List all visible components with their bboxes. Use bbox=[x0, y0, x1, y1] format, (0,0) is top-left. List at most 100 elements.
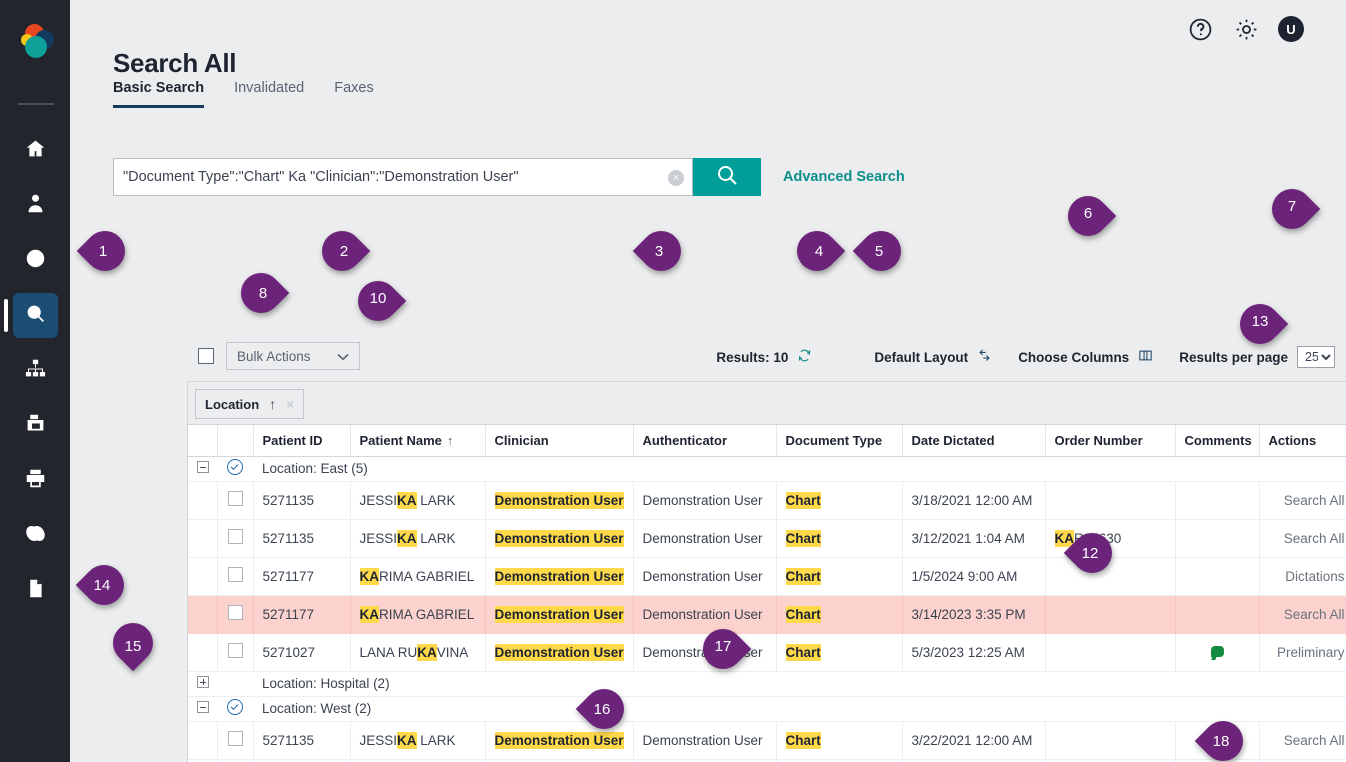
row-spacer-cell bbox=[188, 519, 217, 557]
sidebar-item-clinician[interactable] bbox=[13, 183, 58, 228]
callout-marker-16: 16 bbox=[584, 689, 624, 729]
row-checkbox[interactable] bbox=[228, 731, 243, 746]
results-per-page-label: Results per page bbox=[1179, 350, 1288, 365]
table-row[interactable]: 5271177KARIMA GABRIELDemonstration UserD… bbox=[188, 557, 1346, 595]
row-checkbox[interactable] bbox=[228, 567, 243, 582]
text-fragment: VINA bbox=[437, 645, 469, 660]
column-header-order_number[interactable]: Order Number bbox=[1045, 425, 1175, 456]
cell-authenticator: Demonstration User bbox=[633, 721, 776, 759]
cell-authenticator: Demonstration User bbox=[633, 557, 776, 595]
action-link[interactable]: Search All bbox=[1284, 531, 1345, 546]
sidebar-item-documents[interactable] bbox=[13, 568, 58, 613]
search-term-highlight: Chart bbox=[786, 644, 821, 661]
row-spacer-cell bbox=[188, 481, 217, 519]
search-submit-button[interactable] bbox=[693, 158, 761, 196]
table-row[interactable]: 5271135JESSIKA LARKDemonstration UserDem… bbox=[188, 481, 1346, 519]
cell-date-dictated: 3/18/2021 12:00 AM bbox=[902, 481, 1045, 519]
sidebar-item-search[interactable] bbox=[13, 293, 58, 338]
sidebar-item-home[interactable] bbox=[13, 128, 58, 173]
column-header-comments[interactable]: Comments bbox=[1175, 425, 1259, 456]
search-icon bbox=[25, 303, 46, 329]
text-fragment: JESSI bbox=[360, 531, 398, 546]
action-link[interactable]: Search All bbox=[1284, 733, 1345, 748]
callout-marker-17: 17 bbox=[703, 629, 743, 669]
row-checkbox[interactable] bbox=[228, 529, 243, 544]
table-row[interactable]: 5271135JESSIKA LARKDemonstration UserDem… bbox=[188, 519, 1346, 557]
select-all-checkbox[interactable] bbox=[198, 348, 214, 364]
group-header-row[interactable]: Location: West (2) bbox=[188, 696, 1346, 721]
callout-number: 2 bbox=[324, 231, 364, 271]
sidebar-item-print[interactable] bbox=[13, 458, 58, 503]
sidebar-item-fax[interactable] bbox=[13, 403, 58, 448]
columns-icon[interactable] bbox=[1138, 348, 1153, 366]
column-header-actions[interactable]: Actions bbox=[1259, 425, 1346, 456]
column-header-label: Clinician bbox=[495, 433, 549, 448]
group-header-row[interactable]: Location: East (5) bbox=[188, 456, 1346, 481]
default-layout-label[interactable]: Default Layout bbox=[874, 350, 968, 365]
collapse-group-icon[interactable] bbox=[197, 461, 209, 473]
help-circle-icon[interactable] bbox=[1186, 15, 1214, 43]
group-chip-location[interactable]: Location ↑ × bbox=[195, 389, 304, 419]
search-input[interactable] bbox=[114, 159, 634, 195]
group-selected-check-icon[interactable] bbox=[227, 459, 243, 475]
comment-bubble-green[interactable] bbox=[1211, 646, 1224, 657]
callout-marker-4: 4 bbox=[797, 231, 837, 271]
bulk-actions-dropdown[interactable]: Bulk Actions bbox=[226, 342, 360, 370]
group-selected-check-icon[interactable] bbox=[227, 699, 243, 715]
cell-actions: Search All| bbox=[1259, 481, 1346, 519]
row-spacer-cell bbox=[188, 595, 217, 633]
sidebar-item-links[interactable] bbox=[13, 513, 58, 558]
callout-number: 16 bbox=[582, 689, 622, 729]
callout-marker-2: 2 bbox=[322, 231, 362, 271]
column-header-date_dictated[interactable]: Date Dictated bbox=[902, 425, 1045, 456]
search-term-highlight: Demonstration User bbox=[495, 732, 624, 749]
action-link[interactable]: Search All bbox=[1284, 493, 1345, 508]
tab-basic-search[interactable]: Basic Search bbox=[113, 80, 204, 108]
row-checkbox[interactable] bbox=[228, 491, 243, 506]
search-term-highlight: Demonstration User bbox=[495, 492, 624, 509]
sort-ascending-icon[interactable]: ↑ bbox=[447, 433, 454, 448]
tab-invalidated[interactable]: Invalidated bbox=[234, 80, 304, 108]
cell-document-type: Chart bbox=[776, 633, 902, 671]
avatar[interactable]: U bbox=[1278, 16, 1304, 42]
cell-actions: Search All| bbox=[1259, 721, 1346, 759]
clear-search-icon[interactable]: × bbox=[668, 170, 684, 186]
column-header-patient_name[interactable]: Patient Name↑ bbox=[350, 425, 485, 456]
choose-columns-label[interactable]: Choose Columns bbox=[1018, 350, 1129, 365]
search-term-highlight: Demonstration User bbox=[495, 530, 624, 547]
action-link[interactable]: Search All bbox=[1284, 607, 1345, 622]
column-header-clinician[interactable]: Clinician bbox=[485, 425, 633, 456]
results-count: Results: 10 bbox=[716, 350, 788, 365]
sidebar-item-workflow[interactable] bbox=[13, 348, 58, 393]
action-link[interactable]: Dictations bbox=[1285, 569, 1344, 584]
group-header-label: Location: East (5) bbox=[253, 456, 1346, 481]
table-row[interactable]: 5271027LANA RUKAVINADemonstration UserDe… bbox=[188, 633, 1346, 671]
layout-swap-icon[interactable] bbox=[977, 348, 992, 366]
gear-icon[interactable] bbox=[1232, 15, 1260, 43]
expand-group-icon[interactable] bbox=[197, 676, 209, 688]
row-checkbox[interactable] bbox=[228, 605, 243, 620]
collapse-group-icon[interactable] bbox=[197, 701, 209, 713]
tab-faxes[interactable]: Faxes bbox=[334, 80, 374, 108]
refresh-icon[interactable] bbox=[797, 348, 812, 366]
advanced-search-link[interactable]: Advanced Search bbox=[783, 169, 905, 185]
column-header-authenticator[interactable]: Authenticator bbox=[633, 425, 776, 456]
row-select-cell bbox=[217, 557, 253, 595]
column-header-document_type[interactable]: Document Type bbox=[776, 425, 902, 456]
group-expander-cell bbox=[188, 456, 217, 481]
column-header-patient_id[interactable]: Patient ID bbox=[253, 425, 350, 456]
cell-actions: Preliminary| bbox=[1259, 633, 1346, 671]
header-actions: U bbox=[1186, 15, 1304, 43]
results-per-page-select[interactable]: 102550100 bbox=[1297, 346, 1335, 368]
action-link[interactable]: Preliminary bbox=[1277, 645, 1345, 660]
table-row[interactable]: 5271135JESSIKA LARKDemonstration UserDem… bbox=[188, 721, 1346, 759]
clinician-icon bbox=[25, 193, 46, 219]
cell-actions: Dictations| bbox=[1259, 557, 1346, 595]
sidebar-item-review[interactable] bbox=[13, 238, 58, 283]
sort-ascending-icon[interactable]: ↑ bbox=[269, 396, 276, 412]
row-checkbox[interactable] bbox=[228, 643, 243, 658]
group-header-row[interactable]: Location: Hospital (2) bbox=[188, 671, 1346, 696]
cell-date-dictated: 5/3/2023 12:25 AM bbox=[902, 633, 1045, 671]
remove-chip-icon[interactable]: × bbox=[286, 396, 294, 412]
table-row[interactable]: 5271177KARIMA GABRIELDemonstration UserD… bbox=[188, 595, 1346, 633]
